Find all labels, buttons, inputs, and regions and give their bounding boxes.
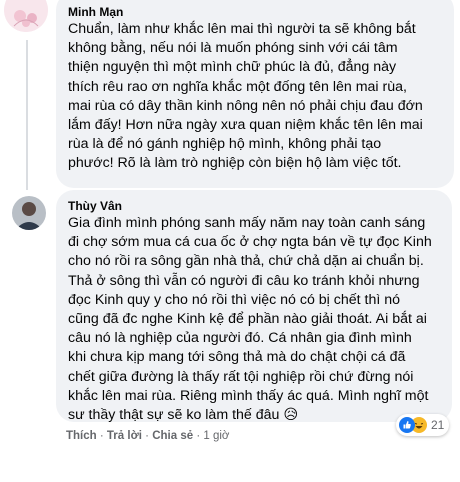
like-reaction-icon (399, 417, 415, 433)
reaction-badge[interactable]: 21 (396, 414, 450, 436)
reply-button[interactable]: Trả lời (107, 430, 142, 442)
separator: · (196, 430, 201, 442)
comment-author[interactable]: Minh Mạn (68, 4, 442, 20)
sad-emoji-icon: 😥 (283, 407, 299, 424)
comment-bubble: Thùy Vân Gia đình mình phóng sanh mấy nă… (56, 190, 452, 425)
reaction-count: 21 (431, 418, 445, 432)
comment-text-body: Gia đình mình phóng sanh mấy năm nay toà… (68, 215, 432, 424)
floral-avatar-icon (4, 0, 48, 32)
person-avatar-icon (12, 196, 46, 230)
avatar[interactable] (4, 0, 48, 32)
thread-line (26, 40, 28, 190)
comment-text: Gia đình mình phóng sanh mấy năm nay toà… (68, 214, 440, 425)
avatar[interactable] (12, 196, 46, 230)
timestamp[interactable]: 1 giờ (203, 430, 229, 442)
comment-thuy-van: Thùy Vân Gia đình mình phóng sanh mấy nă… (0, 184, 460, 482)
separator: · (99, 430, 104, 442)
comment-author[interactable]: Thùy Vân (68, 198, 440, 214)
separator: · (145, 430, 149, 442)
comment-text: Chuẩn, làm như khắc lên mai thì người ta… (68, 21, 423, 172)
comment-bubble: Minh Mạn Chuẩn, làm như khắc lên mai thì… (56, 0, 454, 188)
share-button[interactable]: Chia sẻ (152, 430, 193, 442)
comment-actions: Thích · Trả lời · Chia sẻ · 1 giờ (66, 430, 229, 442)
comment-minh-man: Minh Mạn Chuẩn, làm như khắc lên mai thì… (0, 0, 460, 190)
like-button[interactable]: Thích (66, 430, 97, 442)
